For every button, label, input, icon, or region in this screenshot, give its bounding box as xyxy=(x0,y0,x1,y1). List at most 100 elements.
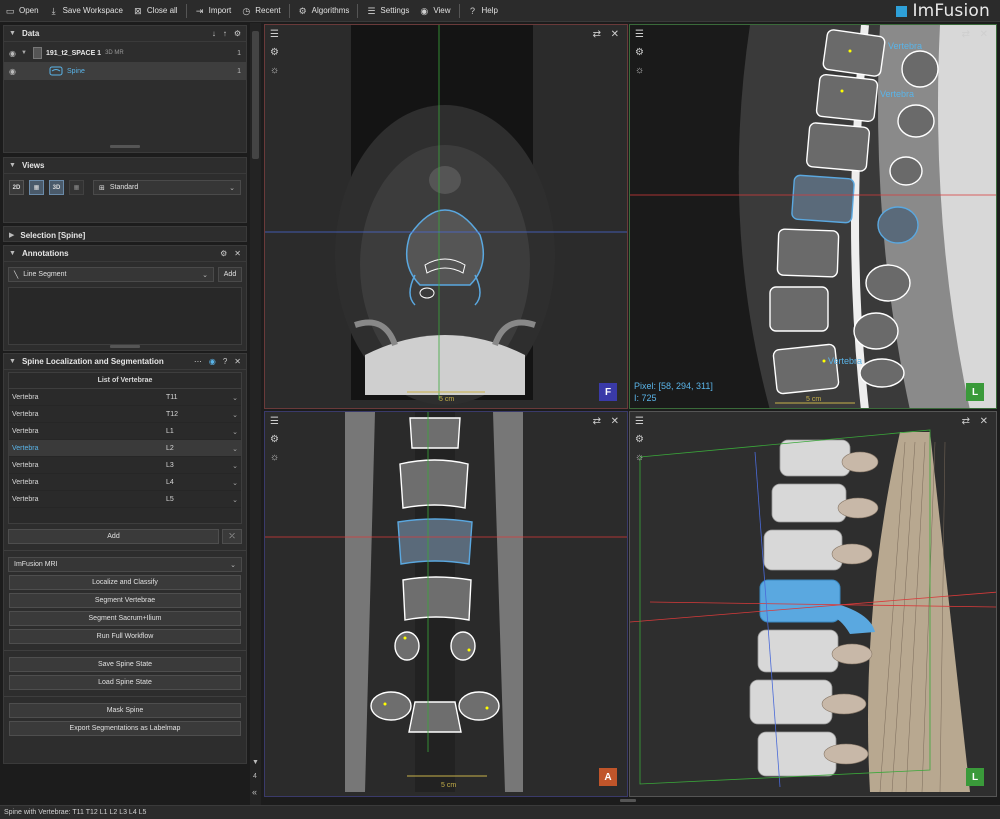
algorithms-button[interactable]: ⚙ Algorithms xyxy=(293,0,355,22)
scrollbar-thumb[interactable] xyxy=(252,31,259,159)
data-item-spine[interactable]: ◉ Spine 1 xyxy=(4,62,246,80)
table-row[interactable]: Vertebra L1 ⌄ xyxy=(9,423,241,440)
view-button[interactable]: ◉ View xyxy=(414,0,455,22)
vertebra-annotation-label[interactable]: Vertebra xyxy=(828,356,862,366)
arrow-down-icon[interactable]: ↓ xyxy=(212,29,216,38)
localize-classify-button[interactable]: Localize and Classify xyxy=(9,575,241,590)
brightness-icon[interactable]: ☼ xyxy=(635,65,644,76)
run-full-workflow-button[interactable]: Run Full Workflow xyxy=(9,629,241,644)
vertebra-level-select[interactable]: T12 ⌄ xyxy=(163,406,241,422)
close-all-button[interactable]: ⊠ Close all xyxy=(128,0,183,22)
view-axial[interactable]: ☰ ⚙ ☼ ⇄ ✕ 5 cm F xyxy=(264,24,628,409)
arrow-up-icon[interactable]: ↑ xyxy=(223,29,227,38)
data-item-volume[interactable]: ◉ ▼ 191_t2_SPACE 1 3D MR 1 xyxy=(4,44,246,62)
vertebra-level-select[interactable]: T11 ⌄ xyxy=(163,389,241,405)
maximize-icon[interactable]: ✕ xyxy=(611,29,619,40)
export-labelmap-button[interactable]: Export Segmentations as Labelmap xyxy=(9,721,241,736)
chevron-down-icon[interactable]: ▼ xyxy=(9,358,16,365)
menu-icon[interactable]: ☰ xyxy=(635,416,644,427)
vertebra-level-select[interactable]: L5 ⌄ xyxy=(163,491,241,507)
gear-icon[interactable]: ⚙ xyxy=(270,434,279,445)
menu-icon[interactable]: ☰ xyxy=(635,29,644,40)
maximize-icon[interactable]: ✕ xyxy=(611,416,619,427)
menu-icon[interactable]: ☰ xyxy=(270,29,279,40)
save-workspace-button[interactable]: ⤓ Save Workspace xyxy=(44,0,128,22)
table-row[interactable]: Vertebra L2 ⌄ xyxy=(9,440,241,457)
vertebra-level-select[interactable]: L2 ⌄ xyxy=(163,440,241,456)
swap-icon[interactable]: ⇄ xyxy=(962,416,970,427)
swap-icon[interactable]: ⇄ xyxy=(593,29,601,40)
table-row[interactable]: Vertebra L5 ⌄ xyxy=(9,491,241,508)
gear-icon[interactable]: ⚙ xyxy=(635,47,644,58)
chevron-right-icon[interactable]: ▶ xyxy=(9,231,14,239)
save-spine-state-button[interactable]: Save Spine State xyxy=(9,657,241,672)
eye-icon[interactable]: ◉ xyxy=(209,357,216,366)
table-row[interactable]: Vertebra T11 ⌄ xyxy=(9,389,241,406)
recent-button[interactable]: ◷ Recent xyxy=(236,0,285,22)
add-vertebra-button[interactable]: Add xyxy=(8,529,219,544)
view-coronal[interactable]: ☰ ⚙ ☼ ⇄ ✕ 5 cm A xyxy=(264,411,628,797)
menu-icon[interactable]: ☰ xyxy=(270,416,279,427)
gear-icon[interactable]: ⚙ xyxy=(270,47,279,58)
annotation-add-button[interactable]: Add xyxy=(218,267,242,282)
selection-panel-header[interactable]: ▶ Selection [Spine] xyxy=(4,227,246,243)
view-mpr-button[interactable]: ▦ xyxy=(29,180,44,195)
table-row[interactable]: Vertebra L3 ⌄ xyxy=(9,457,241,474)
maximize-icon[interactable]: ✕ xyxy=(980,29,988,40)
clear-vertebrae-button[interactable]: ⤫ xyxy=(222,529,242,544)
settings-button[interactable]: ☰ Settings xyxy=(361,0,414,22)
brightness-icon[interactable]: ☼ xyxy=(635,452,644,463)
sidebar-scrollbar[interactable]: ▼ 4 « xyxy=(250,23,261,805)
gear-icon[interactable]: ⚙ xyxy=(220,249,227,258)
brightness-icon[interactable]: ☼ xyxy=(270,452,279,463)
table-row[interactable]: Vertebra T12 ⌄ xyxy=(9,406,241,423)
view-resize-grip[interactable] xyxy=(620,799,636,802)
help-icon[interactable]: ? xyxy=(223,357,227,366)
maximize-icon[interactable]: ✕ xyxy=(980,416,988,427)
annotations-list[interactable] xyxy=(8,287,242,345)
panel-resize-grip[interactable] xyxy=(4,145,246,148)
expand-chevron-icon[interactable]: ▼ xyxy=(21,50,27,56)
visibility-eye-icon[interactable]: ◉ xyxy=(9,67,21,76)
gear-icon[interactable]: ⚙ xyxy=(234,29,241,38)
panel-resize-grip[interactable] xyxy=(4,345,246,348)
chevron-down-icon[interactable]: ▼ xyxy=(9,30,16,37)
model-dropdown[interactable]: ImFusion MRI ⌄ xyxy=(8,557,242,572)
view-sagittal[interactable]: Vertebra Vertebra Vertebra ☰ ⚙ ☼ ⇄ ✕ Pix… xyxy=(629,24,997,409)
vertebra-level-select[interactable]: L3 ⌄ xyxy=(163,457,241,473)
chevron-down-icon[interactable]: ▼ xyxy=(9,250,16,257)
brightness-icon[interactable]: ☼ xyxy=(270,65,279,76)
annotation-type-dropdown[interactable]: ╲ Line Segment ⌄ xyxy=(8,267,214,282)
view-disabled-button[interactable]: ▦ xyxy=(69,180,84,195)
view-3d-button[interactable]: 3D xyxy=(49,180,64,195)
views-panel-header[interactable]: ▼ Views xyxy=(4,158,246,174)
chevron-down-icon[interactable]: ▼ xyxy=(9,162,16,169)
open-button[interactable]: ▭ Open xyxy=(0,0,44,22)
vertebra-annotation-label[interactable]: Vertebra xyxy=(888,41,922,51)
load-spine-state-button[interactable]: Load Spine State xyxy=(9,675,241,690)
swap-icon[interactable]: ⇄ xyxy=(962,29,970,40)
swap-icon[interactable]: ⇄ xyxy=(593,416,601,427)
annotations-panel-header[interactable]: ▼ Annotations ⚙ ✕ xyxy=(4,246,246,262)
3d-volume-render[interactable] xyxy=(630,412,997,797)
segment-vertebrae-button[interactable]: Segment Vertebrae xyxy=(9,593,241,608)
scroll-down-icon[interactable]: ▼ xyxy=(252,759,259,766)
more-icon[interactable]: ⋯ xyxy=(194,357,202,366)
mask-spine-button[interactable]: Mask Spine xyxy=(9,703,241,718)
close-icon[interactable]: ✕ xyxy=(234,249,241,258)
view-2d-button[interactable]: 2D xyxy=(9,180,24,195)
segment-sacrum-ilium-button[interactable]: Segment Sacrum+Ilium xyxy=(9,611,241,626)
vertebra-level-select[interactable]: L4 ⌄ xyxy=(163,474,241,490)
axial-mri-image[interactable] xyxy=(265,25,628,409)
vertebra-annotation-label[interactable]: Vertebra xyxy=(880,89,914,99)
spine-panel-header[interactable]: ▼ Spine Localization and Segmentation ⋯ … xyxy=(4,354,246,370)
collapse-sidebar-icon[interactable]: « xyxy=(252,787,257,797)
close-icon[interactable]: ✕ xyxy=(234,357,241,366)
gear-icon[interactable]: ⚙ xyxy=(635,434,644,445)
visibility-eye-icon[interactable]: ◉ xyxy=(9,49,21,58)
coronal-mri-image[interactable] xyxy=(265,412,628,797)
data-panel-header[interactable]: ▼ Data ↓ ↑ ⚙ xyxy=(4,26,246,42)
import-button[interactable]: ⇥ Import xyxy=(190,0,237,22)
table-row[interactable]: Vertebra L4 ⌄ xyxy=(9,474,241,491)
vertebra-level-select[interactable]: L1 ⌄ xyxy=(163,423,241,439)
